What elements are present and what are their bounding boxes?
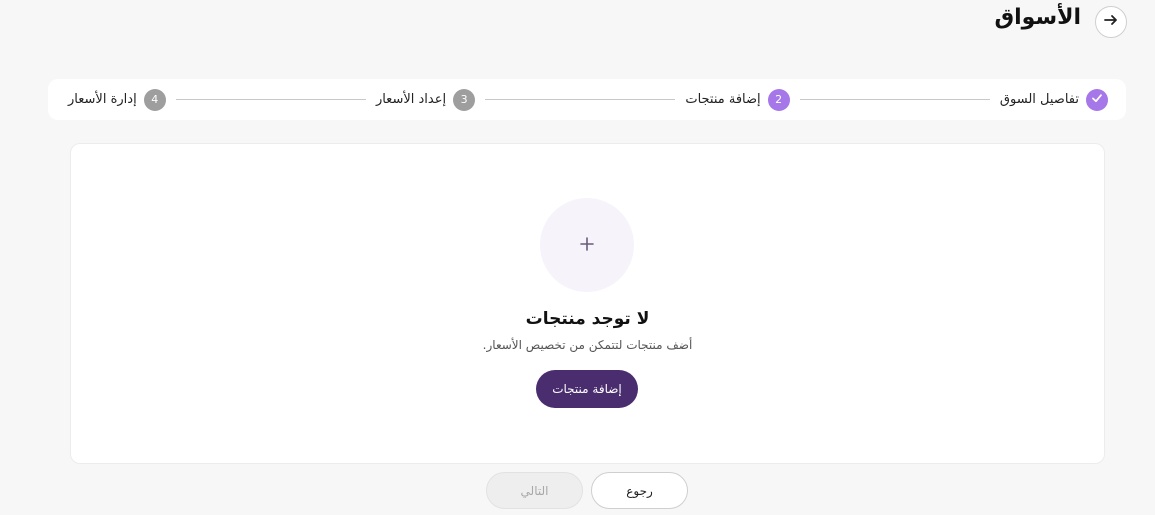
stepper: تفاصيل السوق 2 إضافة منتجات 3 إعداد الأس… xyxy=(48,79,1126,120)
empty-state-title: لا توجد منتجات xyxy=(525,309,650,329)
back-step-button[interactable]: رجوع xyxy=(591,472,688,509)
step-connector xyxy=(485,99,676,100)
step-4-label: إدارة الأسعار xyxy=(68,92,137,107)
step-price-management[interactable]: 4 إدارة الأسعار xyxy=(68,88,166,111)
empty-state-subtitle: أضف منتجات لتتمكن من تخصيص الأسعار. xyxy=(482,338,693,352)
step-1-circle xyxy=(1086,88,1108,111)
step-connector xyxy=(175,99,366,100)
step-market-details[interactable]: تفاصيل السوق xyxy=(999,88,1108,111)
next-step-button[interactable]: التالي xyxy=(486,472,583,509)
step-4-circle: 4 xyxy=(143,88,166,111)
step-3-label: إعداد الأسعار xyxy=(375,92,447,107)
step-add-products[interactable]: 2 إضافة منتجات xyxy=(685,88,790,111)
add-product-circle[interactable] xyxy=(540,198,634,292)
products-card: لا توجد منتجات أضف منتجات لتتمكن من تخصي… xyxy=(70,143,1105,464)
page-header: الأسواق xyxy=(0,0,1155,48)
page-title: الأسواق xyxy=(994,5,1081,30)
add-products-button[interactable]: إضافة منتجات xyxy=(536,370,638,408)
plus-icon xyxy=(580,236,594,255)
step-1-label: تفاصيل السوق xyxy=(999,92,1079,107)
step-price-setup[interactable]: 3 إعداد الأسعار xyxy=(375,88,476,111)
check-icon xyxy=(1091,92,1103,107)
step-2-circle: 2 xyxy=(767,88,790,111)
back-button[interactable] xyxy=(1095,6,1127,38)
arrow-right-icon xyxy=(1103,12,1119,32)
step-2-label: إضافة منتجات xyxy=(685,92,761,107)
step-3-circle: 3 xyxy=(453,88,476,111)
step-connector xyxy=(799,99,990,100)
